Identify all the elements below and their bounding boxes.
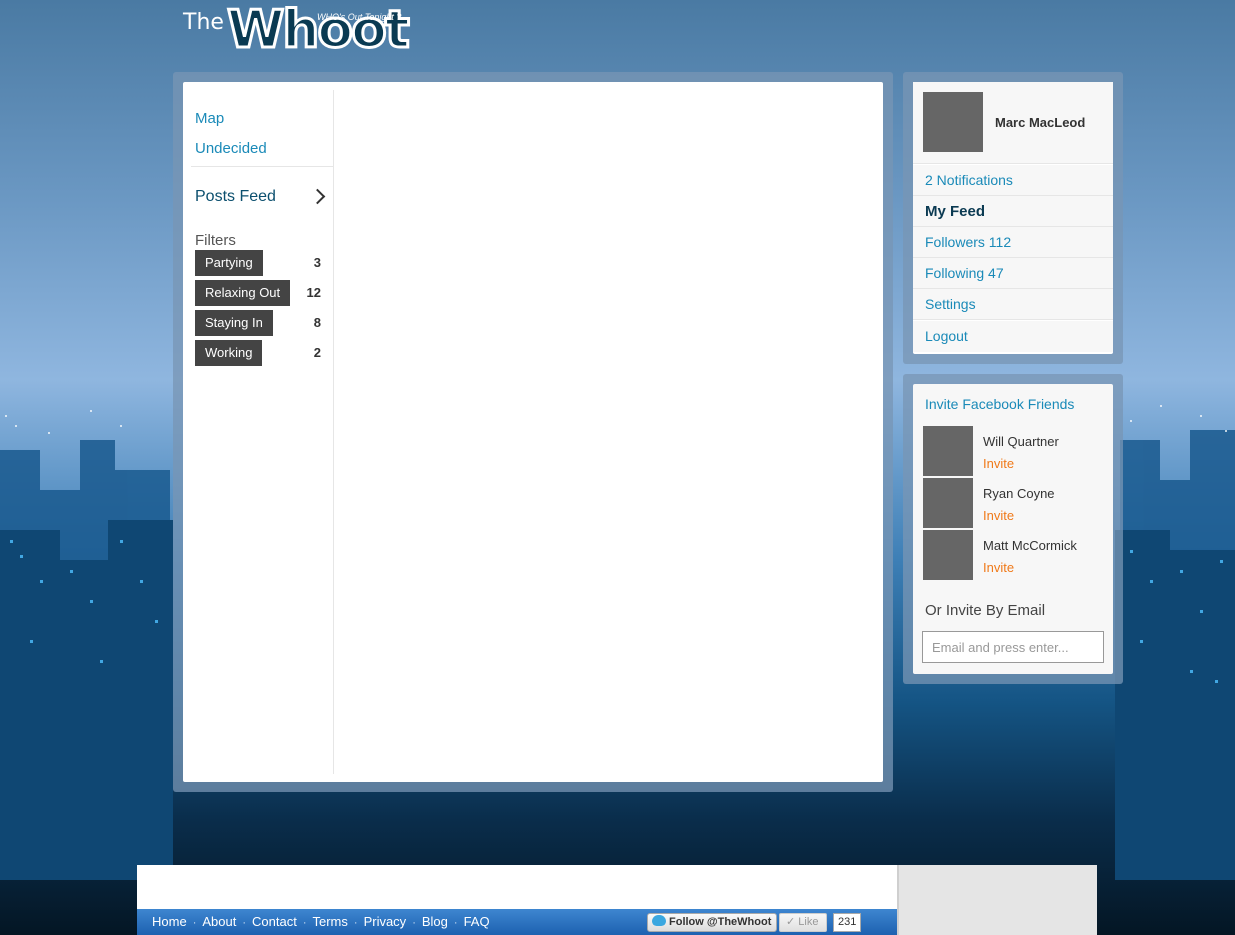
logo-prefix: The xyxy=(183,10,224,35)
footer-link-faq[interactable]: FAQ xyxy=(464,914,490,929)
invite-email-input[interactable] xyxy=(922,631,1104,663)
nav-divider xyxy=(191,166,333,167)
invite-link[interactable]: Invite xyxy=(983,560,1014,575)
menu-following[interactable]: Following 47 xyxy=(913,258,1113,289)
nav-link-undecided[interactable]: Undecided xyxy=(195,140,267,157)
avatar xyxy=(923,530,973,580)
menu-followers[interactable]: Followers 112 xyxy=(913,227,1113,258)
posts-feed-item[interactable]: Posts Feed xyxy=(195,188,326,212)
friend-name: Matt McCormick xyxy=(983,538,1077,553)
filter-count: 3 xyxy=(313,255,321,270)
follow-label: Follow @TheWhoot xyxy=(669,916,772,928)
twitter-follow-button[interactable]: Follow @TheWhoot xyxy=(647,913,778,932)
footer-link-home[interactable]: Home xyxy=(152,914,187,929)
nav-link-map[interactable]: Map xyxy=(195,110,224,127)
invite-link[interactable]: Invite xyxy=(983,508,1014,523)
checkmark-icon: ✓ xyxy=(786,916,799,928)
filter-count: 8 xyxy=(313,315,321,330)
filter-row-partying[interactable]: Partying 3 xyxy=(195,250,321,276)
menu-notifications[interactable]: 2 Notifications xyxy=(913,165,1113,196)
footer-content-area xyxy=(137,865,897,909)
footer-link-about[interactable]: About xyxy=(202,914,236,929)
filter-count: 2 xyxy=(313,345,321,360)
filter-row-working[interactable]: Working 2 xyxy=(195,340,321,366)
footer-link-contact[interactable]: Contact xyxy=(252,914,297,929)
profile-panel: Marc MacLeod 2 Notifications My Feed Fol… xyxy=(913,82,1113,354)
avatar xyxy=(923,426,973,476)
twitter-bird-icon xyxy=(652,915,666,926)
filter-chip[interactable]: Relaxing Out xyxy=(195,280,291,306)
footer-bar: Home · About · Contact · Terms · Privacy · Blog · FA… xyxy=(137,909,897,935)
profile-header[interactable]: Marc MacLeod xyxy=(913,82,1113,164)
filter-chip[interactable]: Working xyxy=(195,340,263,366)
filter-chip[interactable]: Staying In xyxy=(195,310,273,336)
menu-settings[interactable]: Settings xyxy=(913,289,1113,320)
footer-links: Home · About · Contact · Terms · Privacy · Blog · FA… xyxy=(152,914,490,929)
friend-item: Matt McCormick Invite xyxy=(923,530,1108,580)
footer-link-privacy[interactable]: Privacy xyxy=(364,914,407,929)
like-count-badge: 231 xyxy=(833,913,862,932)
filter-count: 12 xyxy=(306,285,321,300)
menu-my-feed[interactable]: My Feed xyxy=(913,196,1113,227)
posts-feed-label: Posts Feed xyxy=(195,188,276,205)
whoot-logo[interactable]: The Whoot WHO's Out Tonight ? xyxy=(183,0,453,66)
filter-row-relaxing-out[interactable]: Relaxing Out 12 xyxy=(195,280,321,306)
chevron-right-icon xyxy=(309,188,326,205)
left-navigation: Map Undecided Posts Feed Filters Partyin… xyxy=(191,90,334,774)
footer-side-area xyxy=(897,865,1097,935)
friend-item: Will Quartner Invite xyxy=(923,426,1108,476)
logo-wordmark: Whoot xyxy=(226,0,412,62)
filters-heading: Filters xyxy=(195,232,236,249)
friend-name: Will Quartner xyxy=(983,434,1059,449)
friend-name: Ryan Coyne xyxy=(983,486,1055,501)
invite-email-heading: Or Invite By Email xyxy=(925,602,1046,619)
invite-link[interactable]: Invite xyxy=(983,456,1014,471)
invite-facebook-heading[interactable]: Invite Facebook Friends xyxy=(925,396,1074,412)
filter-row-staying-in[interactable]: Staying In 8 xyxy=(195,310,321,336)
facebook-like-button[interactable]: ✓ Like xyxy=(779,913,827,932)
invite-panel: Invite Facebook Friends Will Quartner In… xyxy=(913,384,1113,674)
friend-item: Ryan Coyne Invite xyxy=(923,478,1108,528)
logo-tagline: WHO's Out Tonight ? xyxy=(317,12,402,22)
avatar[interactable] xyxy=(923,92,983,152)
filter-chip[interactable]: Partying xyxy=(195,250,263,276)
like-label: Like xyxy=(798,916,819,928)
main-panel: Map Undecided Posts Feed Filters Partyin… xyxy=(183,82,883,782)
avatar xyxy=(923,478,973,528)
profile-name[interactable]: Marc MacLeod xyxy=(995,115,1085,130)
menu-logout[interactable]: Logout xyxy=(913,321,1113,352)
footer-link-blog[interactable]: Blog xyxy=(422,914,448,929)
footer-link-terms[interactable]: Terms xyxy=(313,914,348,929)
